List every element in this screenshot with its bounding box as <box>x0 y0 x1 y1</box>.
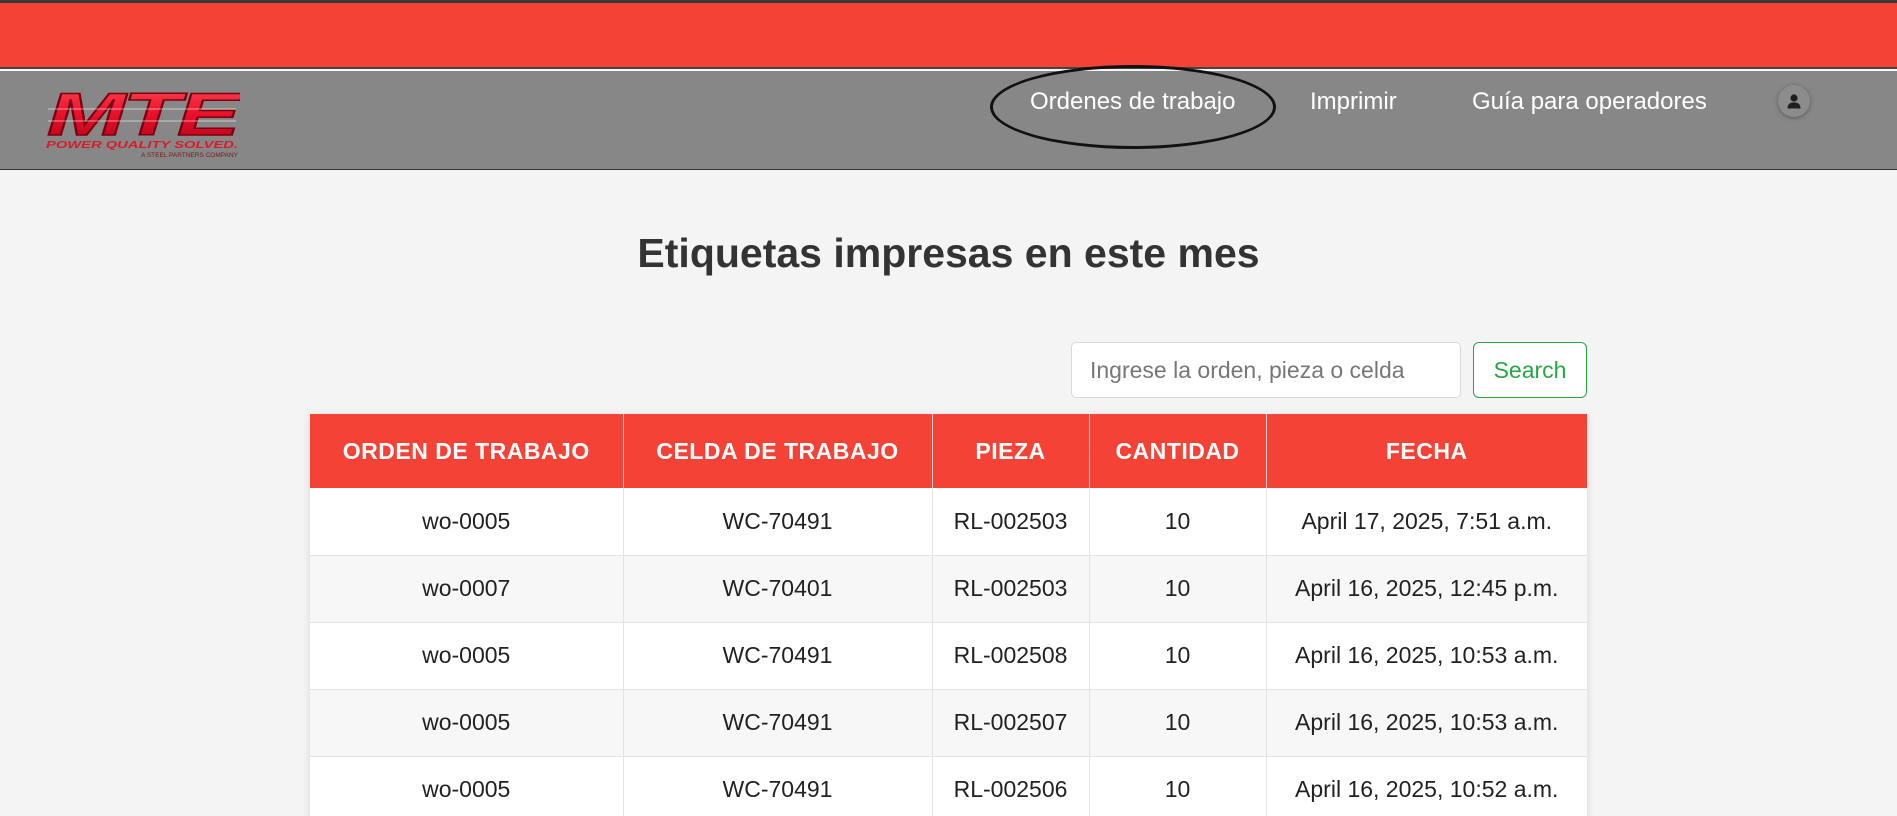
mte-logo-icon: MTE POWER QUALITY SOLVED. A STEEL PARTNE… <box>46 80 246 159</box>
cell-cantidad: 10 <box>1089 689 1267 757</box>
cell-celda: WC-70491 <box>623 756 933 816</box>
cell-orden: wo-0005 <box>310 756 624 816</box>
table-row: wo-0005 WC-70491 RL-002506 10 April 16, … <box>310 756 1587 816</box>
column-header-fecha[interactable]: FECHA <box>1266 414 1587 488</box>
search-button[interactable]: Search <box>1473 342 1587 398</box>
cell-pieza: RL-002503 <box>932 555 1090 623</box>
svg-text:A STEEL PARTNERS COMPANY: A STEEL PARTNERS COMPANY <box>141 152 239 159</box>
cell-orden: wo-0005 <box>310 689 624 757</box>
table-row: wo-0005 WC-70491 RL-002503 10 April 17, … <box>310 488 1587 556</box>
page-title: Etiquetas impresas en este mes <box>637 230 1260 276</box>
svg-text:MTE: MTE <box>47 87 240 148</box>
table-row: wo-0005 WC-70491 RL-002507 10 April 16, … <box>310 689 1587 757</box>
navbar: MTE POWER QUALITY SOLVED. A STEEL PARTNE… <box>0 65 1897 170</box>
cell-fecha: April 16, 2025, 12:45 p.m. <box>1266 555 1587 623</box>
cell-pieza: RL-002503 <box>932 488 1090 556</box>
column-header-cantidad[interactable]: CANTIDAD <box>1089 414 1267 488</box>
top-banner <box>0 3 1897 69</box>
cell-celda: WC-70401 <box>623 555 933 623</box>
table-row: wo-0005 WC-70491 RL-002508 10 April 16, … <box>310 622 1587 690</box>
table-row: wo-0007 WC-70401 RL-002503 10 April 16, … <box>310 555 1587 623</box>
column-header-orden[interactable]: ORDEN DE TRABAJO <box>310 414 624 488</box>
nav-link-guia-para-operadores[interactable]: Guía para operadores <box>1472 88 1707 116</box>
cell-celda: WC-70491 <box>623 689 933 757</box>
cell-celda: WC-70491 <box>623 488 933 556</box>
svg-text:POWER QUALITY SOLVED.: POWER QUALITY SOLVED. <box>46 140 238 151</box>
cell-fecha: April 17, 2025, 7:51 a.m. <box>1266 488 1587 556</box>
cell-pieza: RL-002508 <box>932 622 1090 690</box>
cell-cantidad: 10 <box>1089 622 1267 690</box>
cell-orden: wo-0007 <box>310 555 624 623</box>
cell-orden: wo-0005 <box>310 488 624 556</box>
nav-link-ordenes-de-trabajo[interactable]: Ordenes de trabajo <box>1030 88 1235 116</box>
user-menu-button[interactable] <box>1778 85 1810 117</box>
labels-table-container: ORDEN DE TRABAJO CELDA DE TRABAJO PIEZA … <box>310 414 1587 816</box>
search-input[interactable] <box>1071 342 1461 398</box>
cell-orden: wo-0005 <box>310 622 624 690</box>
user-icon <box>1787 94 1801 109</box>
cell-pieza: RL-002506 <box>932 756 1090 816</box>
cell-cantidad: 10 <box>1089 756 1267 816</box>
cell-cantidad: 10 <box>1089 555 1267 623</box>
labels-table: ORDEN DE TRABAJO CELDA DE TRABAJO PIEZA … <box>310 414 1587 816</box>
column-header-pieza[interactable]: PIEZA <box>932 414 1090 488</box>
cell-fecha: April 16, 2025, 10:52 a.m. <box>1266 756 1587 816</box>
nav-link-imprimir[interactable]: Imprimir <box>1310 88 1397 116</box>
mte-logo[interactable]: MTE POWER QUALITY SOLVED. A STEEL PARTNE… <box>44 80 246 159</box>
cell-cantidad: 10 <box>1089 488 1267 556</box>
column-header-celda[interactable]: CELDA DE TRABAJO <box>623 414 933 488</box>
cell-pieza: RL-002507 <box>932 689 1090 757</box>
cell-celda: WC-70491 <box>623 622 933 690</box>
cell-fecha: April 16, 2025, 10:53 a.m. <box>1266 689 1587 757</box>
cell-fecha: April 16, 2025, 10:53 a.m. <box>1266 622 1587 690</box>
table-header-row: ORDEN DE TRABAJO CELDA DE TRABAJO PIEZA … <box>310 414 1587 488</box>
